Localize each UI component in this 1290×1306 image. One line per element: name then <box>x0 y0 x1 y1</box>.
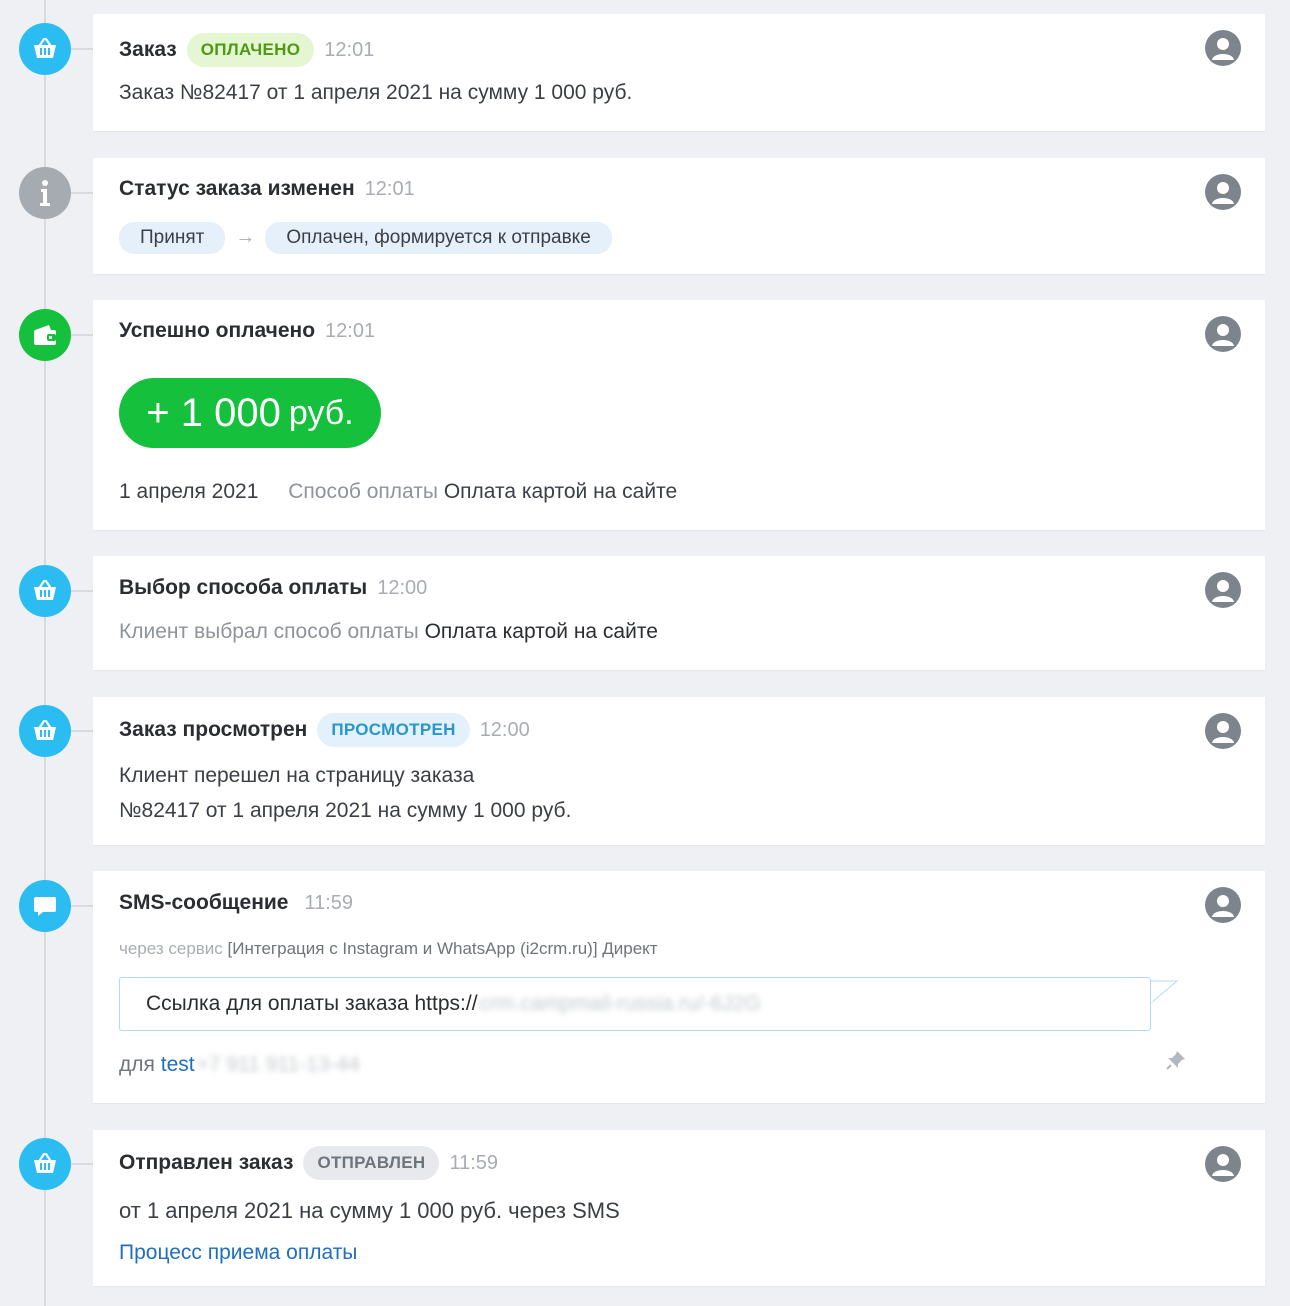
event-card: Успешно оплачено 12:01 + 1 000 руб. 1 ап… <box>93 300 1265 530</box>
event-title: Заказ просмотрен <box>119 718 308 741</box>
status-transition: Принят → Оплачен, формируется к отправке <box>119 222 612 254</box>
event-card: Заказ просмотрен ПРОСМОТРЕН 12:00 Клиент… <box>93 697 1265 845</box>
recipient-name-link[interactable]: test <box>161 1053 195 1076</box>
payment-amount: + 1 000 <box>146 390 281 435</box>
viewed-line-1: Клиент перешел на страницу заказа <box>119 764 475 787</box>
event-title: Заказ <box>119 38 177 61</box>
payment-details: 1 апреля 2021 Способ оплаты Оплата карто… <box>119 480 677 504</box>
chat-bubble-icon <box>19 880 71 932</box>
user-avatar-icon[interactable] <box>1205 572 1241 608</box>
message-bubble-tail <box>1151 980 1179 1004</box>
user-avatar-icon[interactable] <box>1205 30 1241 66</box>
payment-method-value: Оплата картой на сайте <box>443 480 678 503</box>
basket-icon <box>19 23 71 75</box>
event-time: 12:00 <box>377 576 428 599</box>
pin-icon[interactable] <box>1165 1049 1187 1071</box>
timeline-connector <box>71 334 93 336</box>
viewed-line-2: №82417 от 1 апреля 2021 на сумму 1 000 р… <box>119 799 572 822</box>
basket-icon <box>19 705 71 757</box>
choice-value: Оплата картой на сайте <box>424 620 658 643</box>
payment-method-choice: Клиент выбрал способ оплаты Оплата карто… <box>119 620 658 644</box>
payment-process-link[interactable]: Процесс приема оплаты <box>119 1241 357 1265</box>
sms-service-label: через сервис <box>119 939 223 958</box>
user-avatar-icon[interactable] <box>1205 887 1241 923</box>
info-icon <box>19 167 71 219</box>
event-time: 12:00 <box>479 718 530 741</box>
timeline-connector <box>71 590 93 592</box>
status-badge: ОПЛАЧЕНО <box>186 33 315 67</box>
timeline-connector <box>71 48 93 50</box>
user-avatar-icon[interactable] <box>1205 1146 1241 1182</box>
choice-label: Клиент выбрал способ оплаты <box>119 620 419 643</box>
event-time: 12:01 <box>364 177 415 200</box>
event-card: SMS-сообщение 11:59 через сервис [Интегр… <box>93 871 1265 1103</box>
timeline-connector <box>71 730 93 732</box>
basket-icon <box>19 565 71 617</box>
event-time: 12:01 <box>324 38 375 61</box>
event-time: 11:59 <box>449 1151 499 1174</box>
event-title: Выбор способа оплаты <box>119 576 368 599</box>
sms-recipient: для test+7 911 911-13-44 <box>119 1053 360 1077</box>
event-title: Отправлен заказ <box>119 1151 294 1174</box>
event-title: Статус заказа изменен <box>119 177 355 200</box>
user-avatar-icon[interactable] <box>1205 174 1241 210</box>
wallet-icon <box>19 309 71 361</box>
event-card: Заказ ОПЛАЧЕНО 12:01 Заказ №82417 от 1 а… <box>93 14 1265 131</box>
timeline-connector <box>71 905 93 907</box>
previous-status-pill: Принят <box>119 222 226 254</box>
payment-method-label: Способ оплаты <box>288 480 438 503</box>
payment-currency: руб. <box>288 393 354 432</box>
event-card: Выбор способа оплаты 12:00 Клиент выбрал… <box>93 556 1265 670</box>
sms-message-bubble: Ссылка для оплаты заказа https://crm.cam… <box>119 977 1151 1031</box>
event-card: Статус заказа изменен 12:01 Принят → Оплач… <box>93 158 1265 274</box>
order-description: Заказ №82417 от 1 апреля 2021 на сумму 1… <box>119 81 633 104</box>
sms-message-hidden-link: crm.campmail-russia.ru/-6J2G <box>479 992 761 1015</box>
sent-description: от 1 апреля 2021 на сумму 1 000 руб. чер… <box>119 1198 620 1223</box>
event-card: Отправлен заказ ОТПРАВЛЕН 11:59 от 1 апр… <box>93 1130 1265 1286</box>
new-status-pill: Оплачен, формируется к отправке <box>265 222 612 254</box>
timeline-connector <box>71 1163 93 1165</box>
sms-service: через сервис [Интеграция с Instagram и W… <box>119 939 658 959</box>
event-title: SMS-сообщение <box>119 891 289 914</box>
status-badge: ПРОСМОТРЕН <box>317 713 470 747</box>
user-avatar-icon[interactable] <box>1205 316 1241 352</box>
recipient-phone: +7 911 911-13-44 <box>196 1053 360 1076</box>
sms-message-text: Ссылка для оплаты заказа https:// <box>146 992 478 1015</box>
event-time: 12:01 <box>325 319 376 342</box>
user-avatar-icon[interactable] <box>1205 713 1241 749</box>
event-title: Успешно оплачено <box>119 319 316 342</box>
recipient-label: для <box>119 1053 155 1076</box>
basket-icon <box>19 1138 71 1190</box>
payment-amount-badge: + 1 000 руб. <box>119 378 381 448</box>
event-time: 11:59 <box>304 891 354 914</box>
timeline-connector <box>71 192 93 194</box>
status-badge: ОТПРАВЛЕН <box>303 1146 440 1180</box>
sms-service-value: [Интеграция с Instagram и WhatsApp (i2cr… <box>227 939 658 958</box>
payment-date: 1 апреля 2021 <box>119 480 259 503</box>
arrow-right-icon: → <box>235 225 256 248</box>
